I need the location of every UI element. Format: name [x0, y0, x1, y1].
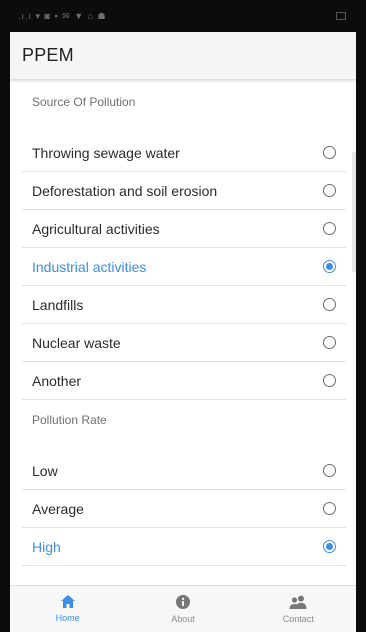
info-icon	[175, 594, 190, 609]
radio-option-row[interactable]: Agricultural activities	[22, 210, 346, 248]
radio-option-row[interactable]: Throwing sewage water	[22, 134, 346, 172]
phone-frame: .ı.ı ▾ ◙ ▪ ✉ ▼ ⌂ ☗ PPEM Source Of Pollut…	[0, 0, 366, 632]
radio-button[interactable]	[323, 540, 336, 553]
radio-option-label: Deforestation and soil erosion	[32, 182, 218, 199]
radio-option-label: Nuclear waste	[32, 334, 121, 351]
radio-option-row[interactable]: Another	[22, 362, 346, 400]
radio-option-row[interactable]: Average	[22, 490, 346, 528]
tab-contact[interactable]: Contact	[253, 586, 343, 632]
people-icon	[289, 595, 307, 609]
battery-icon	[336, 12, 346, 20]
radio-option-label: Landfills	[32, 296, 84, 313]
radio-button[interactable]	[323, 464, 336, 477]
radio-option-label: Low	[32, 462, 58, 479]
radio-option-label: Industrial activities	[32, 258, 147, 275]
radio-option-label: Agricultural activities	[32, 220, 160, 237]
radio-option-label: Another	[32, 372, 82, 389]
rate-radio-group: Low Average High	[22, 452, 346, 566]
tab-label: About	[171, 613, 195, 624]
radio-option-label: High	[32, 538, 61, 555]
radio-option-label: Average	[32, 500, 84, 517]
tab-home[interactable]: Home	[23, 586, 113, 632]
home-icon	[60, 595, 75, 608]
app-bar: PPEM	[10, 32, 356, 80]
tab-label: Home	[55, 613, 80, 623]
radio-option-row[interactable]: Industrial activities	[22, 248, 346, 286]
form-content[interactable]: Source Of Pollution Throwing sewage wate…	[10, 80, 356, 586]
source-radio-group: Throwing sewage water Deforestation and …	[22, 134, 346, 400]
radio-option-row[interactable]: Landfills	[22, 286, 346, 324]
tab-about[interactable]: About	[138, 586, 228, 632]
radio-option-label: Throwing sewage water	[32, 144, 180, 161]
radio-button[interactable]	[323, 374, 336, 387]
tab-label: Contact	[282, 613, 314, 624]
status-bar: .ı.ı ▾ ◙ ▪ ✉ ▼ ⌂ ☗	[10, 0, 356, 32]
radio-button[interactable]	[323, 260, 336, 273]
radio-option-row[interactable]: Low	[22, 452, 346, 490]
radio-option-row[interactable]: High	[22, 528, 346, 566]
app-title: PPEM	[22, 45, 74, 65]
radio-button[interactable]	[323, 146, 336, 159]
section-label-source: Source Of Pollution	[32, 95, 136, 109]
radio-option-row[interactable]: Deforestation and soil erosion	[22, 172, 346, 210]
radio-button[interactable]	[323, 336, 336, 349]
bottom-nav: Home About Contact	[10, 585, 356, 632]
radio-button[interactable]	[323, 184, 336, 197]
section-label-rate: Pollution Rate	[32, 413, 107, 427]
scrollbar[interactable]	[352, 152, 356, 272]
radio-button[interactable]	[323, 298, 336, 311]
radio-button[interactable]	[323, 502, 336, 515]
radio-option-row[interactable]: Nuclear waste	[22, 324, 346, 362]
radio-button[interactable]	[323, 222, 336, 235]
status-icons: .ı.ı ▾ ◙ ▪ ✉ ▼ ⌂ ☗	[18, 10, 107, 21]
